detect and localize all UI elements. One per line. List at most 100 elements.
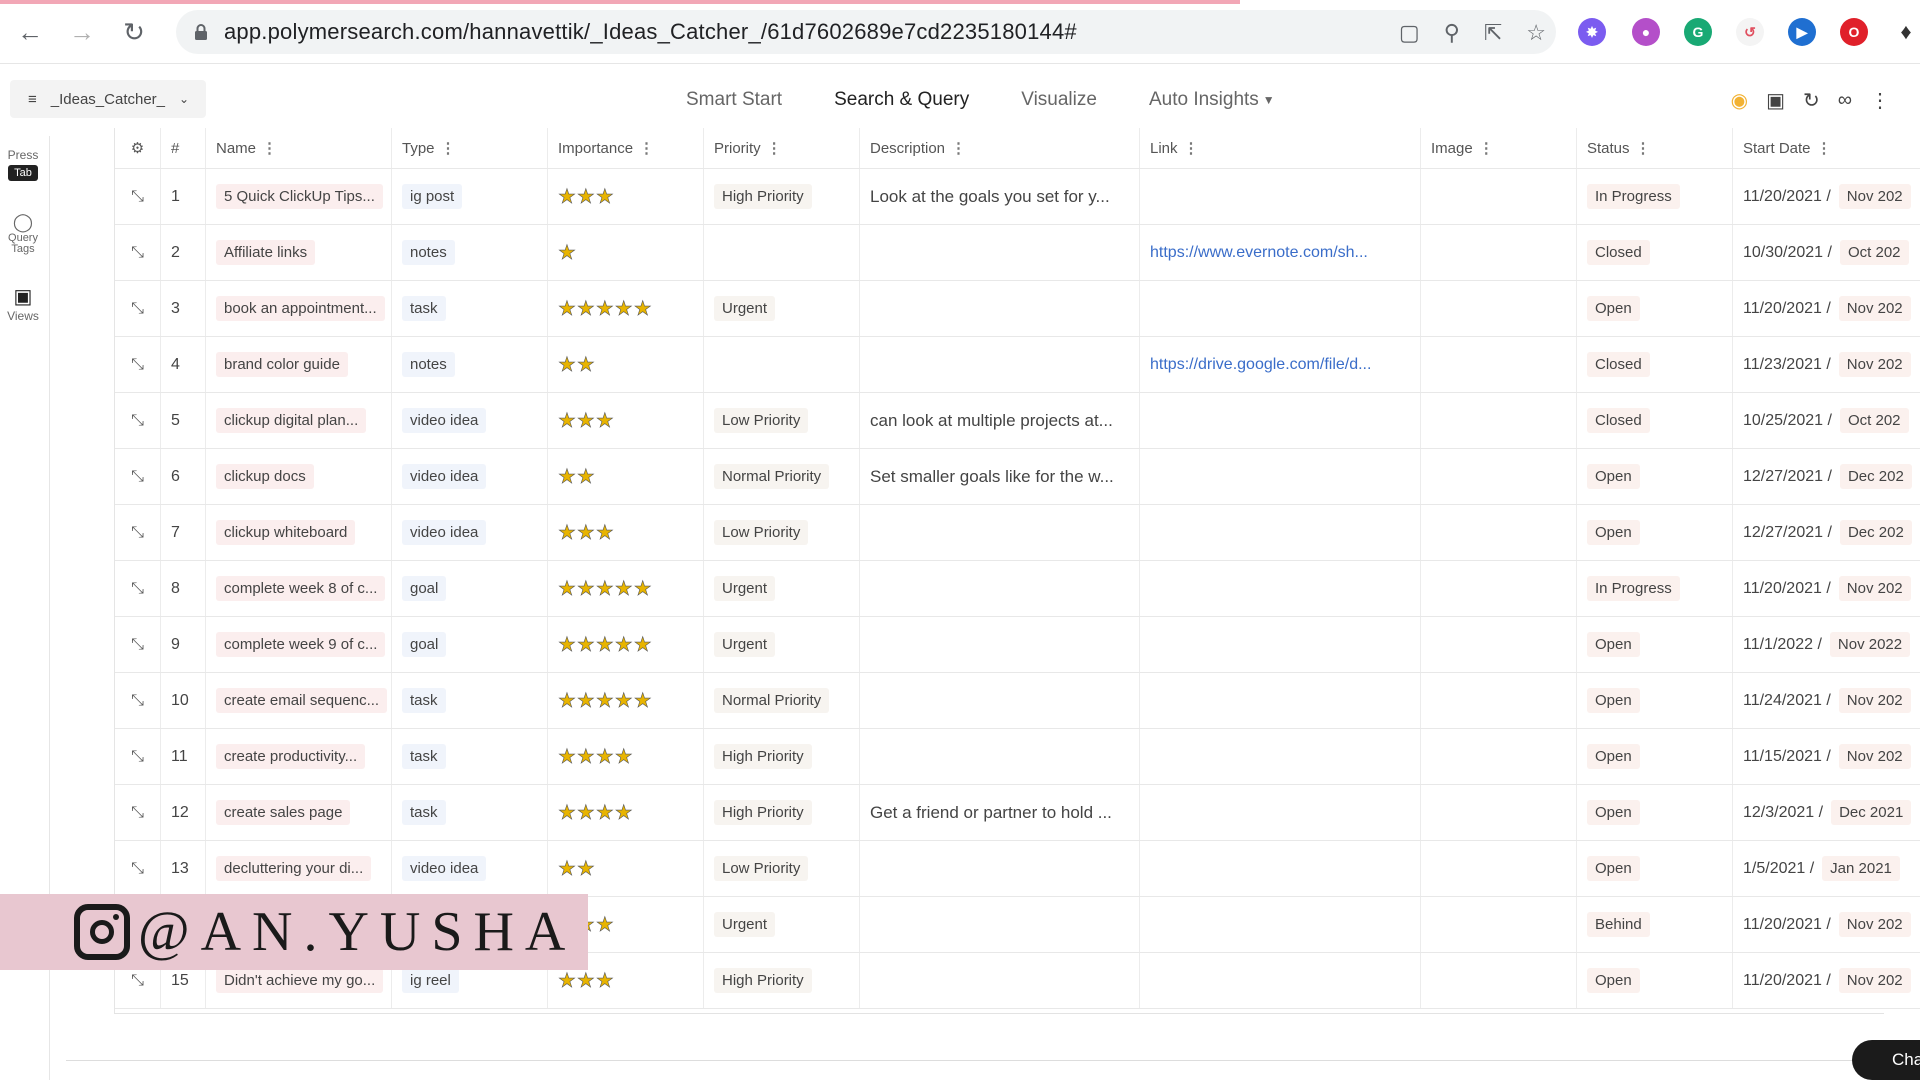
tab-auto-insights[interactable]: Auto Insights ▼ [1123,64,1301,136]
address-bar[interactable]: app.polymersearch.com/hannavettik/_Ideas… [176,10,1556,54]
expand-row-icon[interactable]: ⤡ [131,468,144,486]
name-pill[interactable]: complete week 9 of c... [216,632,386,657]
column-menu-icon[interactable]: ⋮ [1636,139,1651,157]
camera-icon[interactable]: ▢ [1399,20,1420,46]
settings-column-header[interactable]: ⚙ [115,128,161,168]
tab-smart-start[interactable]: Smart Start [660,64,808,136]
column-menu-icon[interactable]: ⋮ [951,139,966,157]
name-pill[interactable]: clickup docs [216,464,314,489]
header-importance[interactable]: Importance ⋮ [548,128,704,168]
cell-link [1140,785,1421,840]
tab-visualize[interactable]: Visualize [995,64,1123,136]
url-text[interactable]: app.polymersearch.com/hannavettik/_Ideas… [224,19,1077,45]
name-pill[interactable]: create email sequenc... [216,688,388,713]
link-url[interactable]: https://drive.google.com/file/d... [1150,356,1371,374]
extension-circle-icon[interactable]: ● [1632,18,1660,46]
forward-icon[interactable]: → [66,16,98,48]
table-row[interactable]: ⤡ 10 create email sequenc... task ★★★★★ Norma… [115,673,1920,729]
expand-row-icon[interactable]: ⤡ [131,356,144,374]
column-menu-icon[interactable]: ⋮ [1817,139,1832,157]
bookmark-star-icon[interactable]: ☆ [1526,20,1546,46]
name-pill[interactable]: 5 Quick ClickUp Tips... [216,184,383,209]
table-row[interactable]: ⤡ 13 decluttering your di... video idea ★★ Lo… [115,841,1920,897]
cell-type: notes [392,225,548,280]
table-row[interactable]: ⤡ 2 Affiliate links notes ★ https://www.evern… [115,225,1920,281]
expand-row-icon[interactable]: ⤡ [131,300,144,318]
column-menu-icon[interactable]: ⋮ [441,139,456,157]
link-icon[interactable]: ∞ [1838,89,1852,112]
name-pill[interactable]: brand color guide [216,352,348,377]
expand-row-icon[interactable]: ⤡ [131,244,144,262]
priority-pill: Urgent [714,912,776,937]
table-row[interactable]: ⤡ 12 create sales page task ★★★★ High Priorit… [115,785,1920,841]
status-badge: In Progress [1587,576,1680,601]
gear-icon[interactable]: ⚙ [131,139,144,157]
extension-sparkle-icon[interactable]: ✸ [1578,18,1606,46]
save-icon[interactable]: ▣ [1766,88,1785,113]
extension-opera-icon[interactable]: O [1840,18,1868,46]
expand-row-icon[interactable]: ⤡ [131,692,144,710]
expand-row-icon[interactable]: ⤡ [131,748,144,766]
column-menu-icon[interactable]: ⋮ [767,139,782,157]
name-pill[interactable]: create productivity... [216,744,366,769]
header-name[interactable]: Name ⋮ [206,128,392,168]
name-pill[interactable]: clickup whiteboard [216,520,356,545]
more-menu-icon[interactable]: ⋮ [1870,88,1890,113]
table-row[interactable]: ⤡ 9 complete week 9 of c... goal ★★★★★ Urgent… [115,617,1920,673]
zoom-icon[interactable]: ⚲ [1444,20,1460,46]
column-menu-icon[interactable]: ⋮ [1479,139,1494,157]
name-pill[interactable]: decluttering your di... [216,856,372,881]
expand-row-icon[interactable]: ⤡ [131,580,144,598]
extension-loop-icon[interactable]: ↺ [1736,18,1764,46]
table-row[interactable]: ⤡ 11 create productivity... task ★★★★ High Pr… [115,729,1920,785]
extensions-puzzle-icon[interactable]: ♦ [1892,18,1920,46]
views-button[interactable]: ▣ Views [0,284,46,323]
name-pill[interactable]: book an appointment... [216,296,385,321]
table-row[interactable]: ⤡ 3 book an appointment... task ★★★★★ Urgent O… [115,281,1920,337]
header-description[interactable]: Description ⋮ [860,128,1140,168]
expand-row-icon[interactable]: ⤡ [131,524,144,542]
header-link[interactable]: Link ⋮ [1140,128,1421,168]
table-row[interactable]: ⤡ 8 complete week 8 of c... goal ★★★★★ Urgent… [115,561,1920,617]
name-pill[interactable]: Affiliate links [216,240,316,265]
expand-row-icon[interactable]: ⤡ [131,972,144,990]
reload-icon[interactable]: ↻ [118,16,150,48]
column-menu-icon[interactable]: ⋮ [262,139,277,157]
tab-search-query[interactable]: Search & Query [808,64,996,136]
expand-row-icon[interactable]: ⤡ [131,860,144,878]
column-menu-icon[interactable]: ⋮ [639,139,654,157]
header-type[interactable]: Type ⋮ [392,128,548,168]
name-pill[interactable]: clickup digital plan... [216,408,367,433]
name-pill[interactable]: complete week 8 of c... [216,576,386,601]
chat-button[interactable]: Chat [1852,1040,1920,1080]
header-priority[interactable]: Priority ⋮ [704,128,860,168]
share-icon[interactable]: ⇱ [1484,20,1502,46]
header-image[interactable]: Image ⋮ [1421,128,1577,168]
extension-grammarly-icon[interactable]: G [1684,18,1712,46]
dataset-selector[interactable]: ≡ _Ideas_Catcher_ ⌄ [10,80,206,118]
table-row[interactable]: ⤡ 4 brand color guide notes ★★ https://drive.… [115,337,1920,393]
name-pill[interactable]: Didn't achieve my go... [216,968,384,993]
table-row[interactable]: ⤡ 5 clickup digital plan... video idea ★★★ Lo… [115,393,1920,449]
name-pill[interactable]: create sales page [216,800,351,825]
expand-row-icon[interactable]: ⤡ [131,412,144,430]
header-start-date[interactable]: Start Date ⋮ [1733,128,1920,168]
link-url[interactable]: https://www.evernote.com/sh... [1150,244,1368,262]
back-icon[interactable]: ← [14,16,46,48]
query-tags-button[interactable]: ◯ Query Tags [0,212,46,255]
expand-row-icon[interactable]: ⤡ [131,188,144,206]
refresh-icon[interactable]: ↻ [1803,88,1820,113]
column-menu-icon[interactable]: ⋮ [1184,139,1199,157]
start-date-value: 11/23/2021 / [1743,355,1831,373]
expand-row-icon[interactable]: ⤡ [131,636,144,654]
lightbulb-icon[interactable]: ◉ [1731,88,1748,113]
horizontal-scrollbar[interactable] [114,1013,1884,1021]
table-row[interactable]: ⤡ 7 clickup whiteboard video idea ★★★ Low Pri… [115,505,1920,561]
header-status[interactable]: Status ⋮ [1577,128,1733,168]
type-pill: task [402,296,446,321]
expand-row-icon[interactable]: ⤡ [131,804,144,822]
table-row[interactable]: ⤡ 1 5 Quick ClickUp Tips... ig post ★★★ High … [115,169,1920,225]
cell-name: complete week 9 of c... [206,617,392,672]
extension-play-icon[interactable]: ▶ [1788,18,1816,46]
table-row[interactable]: ⤡ 6 clickup docs video idea ★★ Normal Priorit… [115,449,1920,505]
